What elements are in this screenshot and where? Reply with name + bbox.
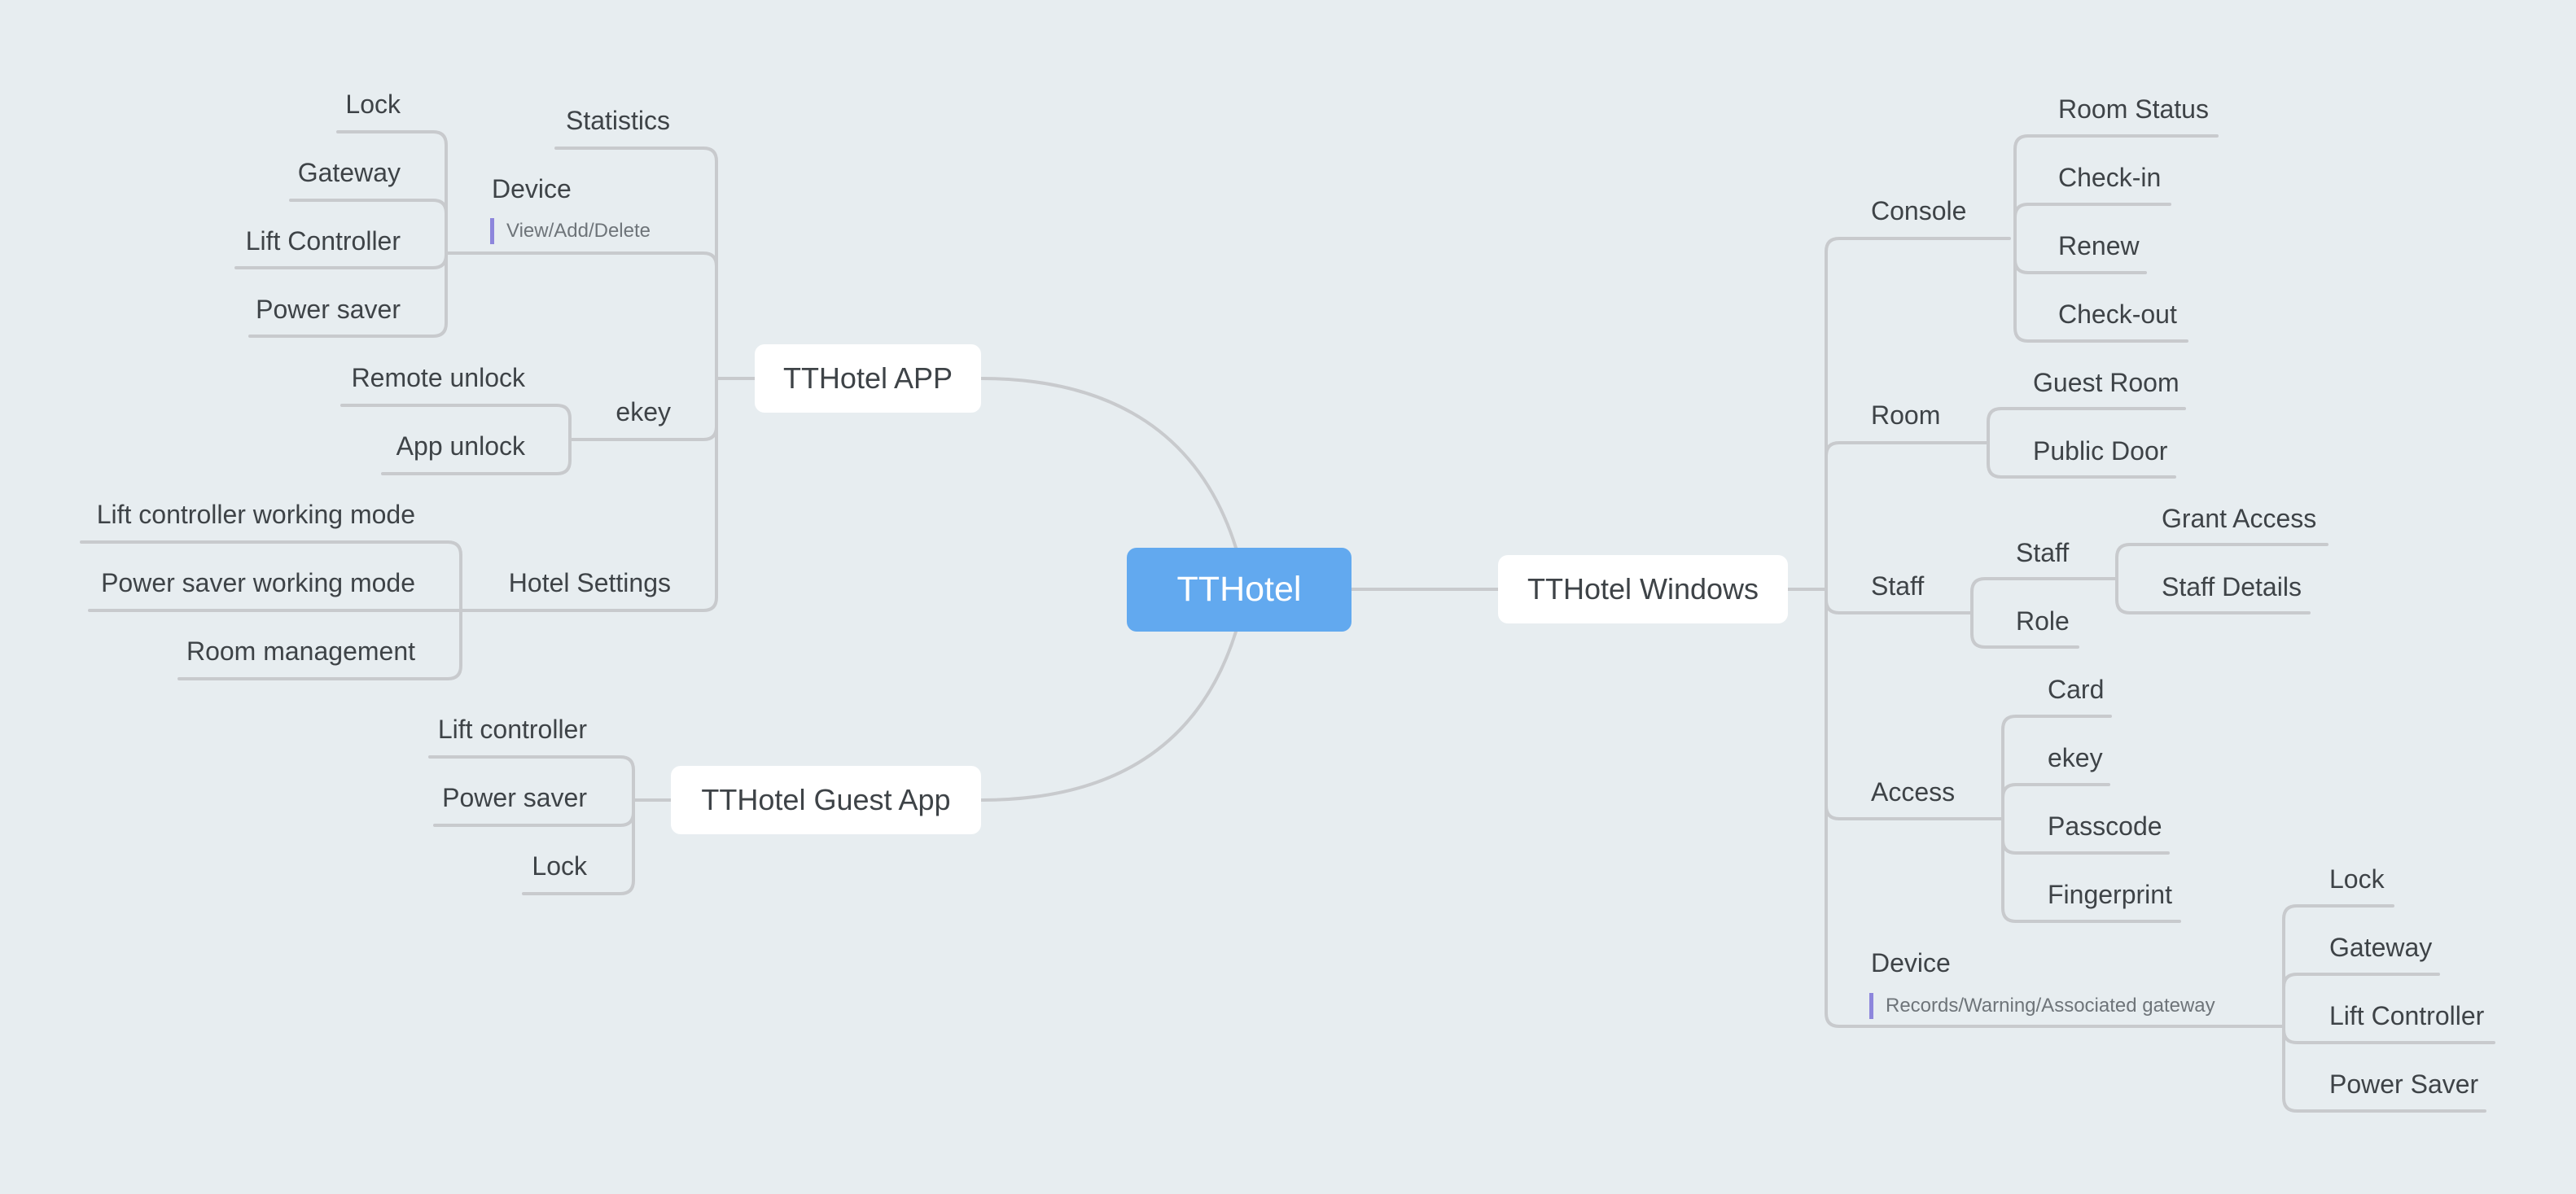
connector-app-device xyxy=(445,251,718,380)
node-hotel-settings-power-mode[interactable]: Power saver working mode xyxy=(101,566,415,599)
node-win-device-lift-controller[interactable]: Lift Controller xyxy=(2329,999,2484,1032)
connector-win-room xyxy=(1825,441,1988,591)
node-win-room[interactable]: Room xyxy=(1871,399,1940,431)
node-staff-grant-access[interactable]: Grant Access xyxy=(2162,502,2316,535)
node-guest-lock[interactable]: Lock xyxy=(532,850,587,882)
node-app-device-note: View/Add/Delete xyxy=(490,218,651,244)
branch-tthotel-guest-app[interactable]: TTHotel Guest App xyxy=(671,766,981,834)
root-node[interactable]: TTHotel xyxy=(1127,548,1352,632)
node-console-check-in[interactable]: Check-in xyxy=(2058,161,2161,194)
branch-label: TTHotel Guest App xyxy=(701,783,951,816)
node-win-device-power-saver[interactable]: Power Saver xyxy=(2329,1068,2478,1100)
node-console-renew[interactable]: Renew xyxy=(2058,230,2140,262)
node-access-card[interactable]: Card xyxy=(2048,673,2104,706)
node-win-access[interactable]: Access xyxy=(1871,776,1955,808)
node-app-device-gateway[interactable]: Gateway xyxy=(298,156,401,189)
node-app-device-lift-controller[interactable]: Lift Controller xyxy=(246,225,401,257)
node-app-ekey[interactable]: ekey xyxy=(616,396,671,428)
node-win-staff[interactable]: Staff xyxy=(1871,570,1924,602)
branch-tthotel-windows[interactable]: TTHotel Windows xyxy=(1498,555,1788,623)
node-console-room-status[interactable]: Room Status xyxy=(2058,93,2209,125)
node-hotel-settings-lift-mode[interactable]: Lift controller working mode xyxy=(97,498,415,531)
branch-tthotel-app[interactable]: TTHotel APP xyxy=(755,344,981,413)
node-access-passcode[interactable]: Passcode xyxy=(2048,810,2162,842)
node-guest-power-saver[interactable]: Power saver xyxy=(442,781,587,814)
node-app-device-power-saver[interactable]: Power saver xyxy=(256,293,401,326)
node-staff-staff[interactable]: Staff xyxy=(2016,536,2069,569)
branch-label: TTHotel APP xyxy=(782,361,953,395)
node-win-device[interactable]: Device xyxy=(1871,947,1951,979)
node-guest-lift-controller[interactable]: Lift controller xyxy=(438,713,587,746)
node-staff-details[interactable]: Staff Details xyxy=(2162,571,2302,603)
node-win-console[interactable]: Console xyxy=(1871,195,1966,227)
node-app-hotel-settings[interactable]: Hotel Settings xyxy=(509,566,671,599)
node-staff-role[interactable]: Role xyxy=(2016,605,2070,637)
connector-root-app xyxy=(979,377,1238,549)
node-app-statistics[interactable]: Statistics xyxy=(566,104,670,137)
node-room-guest-room[interactable]: Guest Room xyxy=(2033,366,2180,399)
node-app-device-lock[interactable]: Lock xyxy=(345,88,401,120)
root-node-label: TTHotel xyxy=(1176,570,1302,609)
connector-root-guest xyxy=(979,630,1238,802)
node-win-device-gateway[interactable]: Gateway xyxy=(2329,931,2432,964)
node-access-fingerprint[interactable]: Fingerprint xyxy=(2048,878,2172,911)
node-win-device-lock[interactable]: Lock xyxy=(2329,863,2385,895)
node-app-device[interactable]: Device xyxy=(492,173,572,205)
node-app-ekey-remote-unlock[interactable]: Remote unlock xyxy=(352,361,525,394)
connector-app-statistics xyxy=(554,147,718,380)
node-access-ekey[interactable]: ekey xyxy=(2048,741,2103,774)
node-win-device-note: Records/Warning/Associated gateway xyxy=(1869,993,2215,1019)
node-console-check-out[interactable]: Check-out xyxy=(2058,298,2177,330)
node-hotel-settings-room-management[interactable]: Room management xyxy=(186,635,415,667)
branch-label: TTHotel Windows xyxy=(1527,572,1759,606)
node-app-ekey-app-unlock[interactable]: App unlock xyxy=(396,430,525,462)
node-room-public-door[interactable]: Public Door xyxy=(2033,435,2167,467)
mind-map-canvas: TTHotel TTHotel APP TTHotel Guest App TT… xyxy=(0,0,2576,1194)
